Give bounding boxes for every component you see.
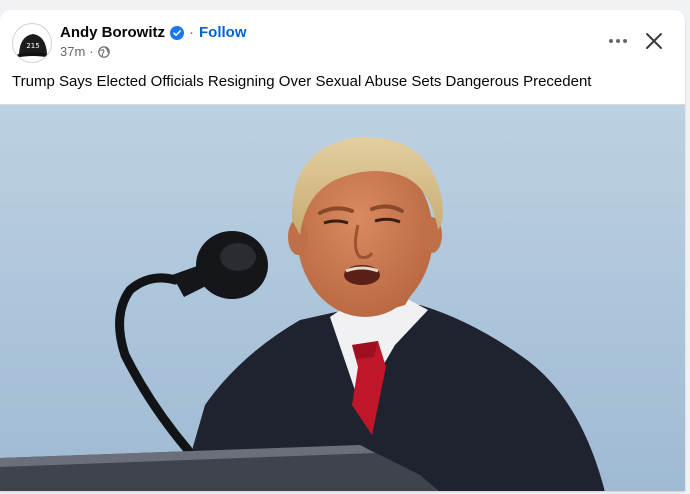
post-caption: Trump Says Elected Officials Resigning O… [12,73,592,90]
post-header: 215 Andy Borowitz · Follow 37m · [0,10,685,70]
author-separator: · [189,24,194,41]
author-name[interactable]: Andy Borowitz [60,23,165,43]
speaker-at-podium-image [0,105,685,491]
post-card: 215 Andy Borowitz · Follow 37m · Trump S… [0,10,685,491]
author-line: Andy Borowitz · Follow [60,23,247,43]
close-icon[interactable] [642,29,666,53]
post-timestamp[interactable]: 37m [60,44,85,60]
post-photo[interactable] [0,104,685,491]
follow-button[interactable]: Follow [199,23,247,43]
post-meta: 37m · [60,44,110,60]
baseball-cap-icon: 215 [15,34,51,58]
meta-separator: · [89,44,94,59]
cap-text: 215 [26,42,39,50]
more-options-icon[interactable] [604,30,632,52]
avatar[interactable]: 215 [12,23,52,63]
globe-icon[interactable] [97,46,110,58]
verified-badge-icon [170,26,184,40]
